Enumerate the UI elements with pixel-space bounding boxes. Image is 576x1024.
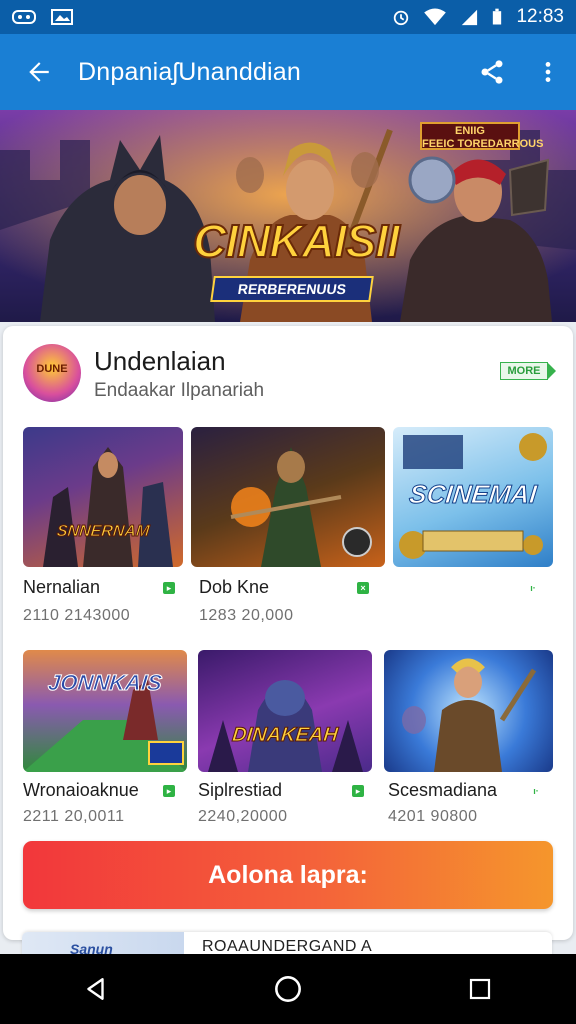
game-title: Nernalian	[23, 577, 101, 597]
game-thumbnail: JONNKAIS	[23, 650, 187, 772]
app-name: Undenlaian	[94, 346, 226, 376]
app-avatar-label: DUNE	[36, 363, 68, 375]
system-nav-bar	[0, 954, 576, 1024]
flag-icon: ▸	[352, 785, 364, 797]
game-title: Wronaioaknue	[23, 780, 139, 800]
more-options-button[interactable]	[520, 34, 576, 110]
back-button[interactable]	[0, 34, 78, 110]
thumbnail-caption: SNNERNAM	[55, 523, 151, 541]
game-count: 4201 90800	[388, 808, 478, 825]
home-nav-icon	[275, 976, 301, 1002]
more-vert-icon	[545, 62, 551, 82]
gamepad-icon	[12, 10, 36, 24]
image-notification-icon	[51, 9, 73, 25]
game-thumbnail: DINAKEAH	[198, 650, 372, 772]
game-thumbnail: SNNERNAM	[23, 427, 183, 567]
status-bar: 12:83	[0, 0, 576, 34]
game-count: 1283 20,000	[199, 607, 294, 624]
app-avatar[interactable]: DUNE	[23, 344, 81, 402]
flag-icon: ▸	[163, 582, 175, 594]
flag-icon: ×	[357, 582, 369, 594]
more-badge[interactable]: MORE	[500, 362, 556, 380]
recents-nav-icon	[469, 978, 491, 1000]
game-title: Scesmadiana	[388, 780, 498, 800]
game-tile[interactable]: Dob Kne × 1283 20,000	[191, 427, 385, 627]
game-title: Dob Kne	[199, 577, 270, 597]
game-tile[interactable]: DINAKEAH Siplrestiad ▸ 2240,20000	[198, 650, 372, 830]
thumbnail-art	[43, 447, 173, 567]
thumbnail-art	[208, 680, 363, 772]
share-icon	[481, 60, 503, 84]
banner-logo-title: CINKAISII	[192, 214, 401, 268]
collection-card: DUNE Undenlaian Endaakar Ilpanariah MORE…	[3, 326, 573, 940]
status-time: 12:83	[516, 6, 564, 27]
flag-icon: ı·	[530, 583, 536, 593]
nav-recents-button[interactable]	[432, 954, 528, 1024]
arrow-back-icon	[29, 62, 49, 82]
banner-tag: ENIIG FEEIC TOREDARROUS	[420, 122, 543, 150]
back-nav-icon	[87, 978, 104, 1000]
app-bar-title: DnpaniaʃUnanddian	[78, 57, 302, 86]
battery-icon	[493, 8, 502, 25]
game-count: 2110 2143000	[23, 607, 131, 624]
app-bar: DnpaniaʃUnanddian	[0, 34, 576, 110]
banner-logo-subtitle: RERBERENUUS	[210, 276, 374, 302]
app-subtitle: Endaakar Ilpanariah	[94, 380, 265, 401]
thumbnail-art	[230, 447, 372, 567]
nav-back-button[interactable]	[48, 954, 144, 1024]
thumbnail-art	[23, 680, 187, 772]
game-count: 2240,20000	[198, 808, 288, 825]
flag-icon: ▸	[163, 785, 175, 797]
share-button[interactable]	[464, 34, 520, 110]
game-count: 2211 20,0011	[23, 808, 125, 825]
thumbnail-caption: JONNKAIS	[46, 670, 164, 696]
hero-banner[interactable]: ENIIG FEEIC TOREDARROUS CINKAISII RERBER…	[0, 110, 576, 322]
nav-home-button[interactable]	[240, 954, 336, 1024]
thumbnail-art	[402, 658, 537, 772]
thumbnail-caption: DINAKEAH	[231, 724, 340, 747]
thumbnail-caption: SCINEMAI	[407, 479, 539, 510]
game-thumbnail	[191, 427, 385, 567]
game-tile[interactable]: JONNKAIS Wronaioaknue ▸ 2211 20,0011	[23, 650, 187, 830]
install-cta-button[interactable]: Aolona lapra:	[23, 841, 553, 909]
game-tile[interactable]: SCINEMAI ı·	[393, 427, 553, 627]
game-thumbnail	[384, 650, 553, 772]
game-tile[interactable]: Scesmadiana ı· 4201 90800	[384, 650, 553, 830]
alarm-icon	[394, 10, 409, 26]
wifi-icon	[424, 8, 447, 26]
game-tile[interactable]: SNNERNAM Nernalian ▸ 2110 2143000	[23, 427, 183, 627]
game-thumbnail: SCINEMAI	[393, 427, 553, 567]
flag-icon: ı·	[533, 786, 539, 796]
game-title: Siplrestiad	[198, 780, 283, 800]
signal-icon	[462, 9, 478, 26]
